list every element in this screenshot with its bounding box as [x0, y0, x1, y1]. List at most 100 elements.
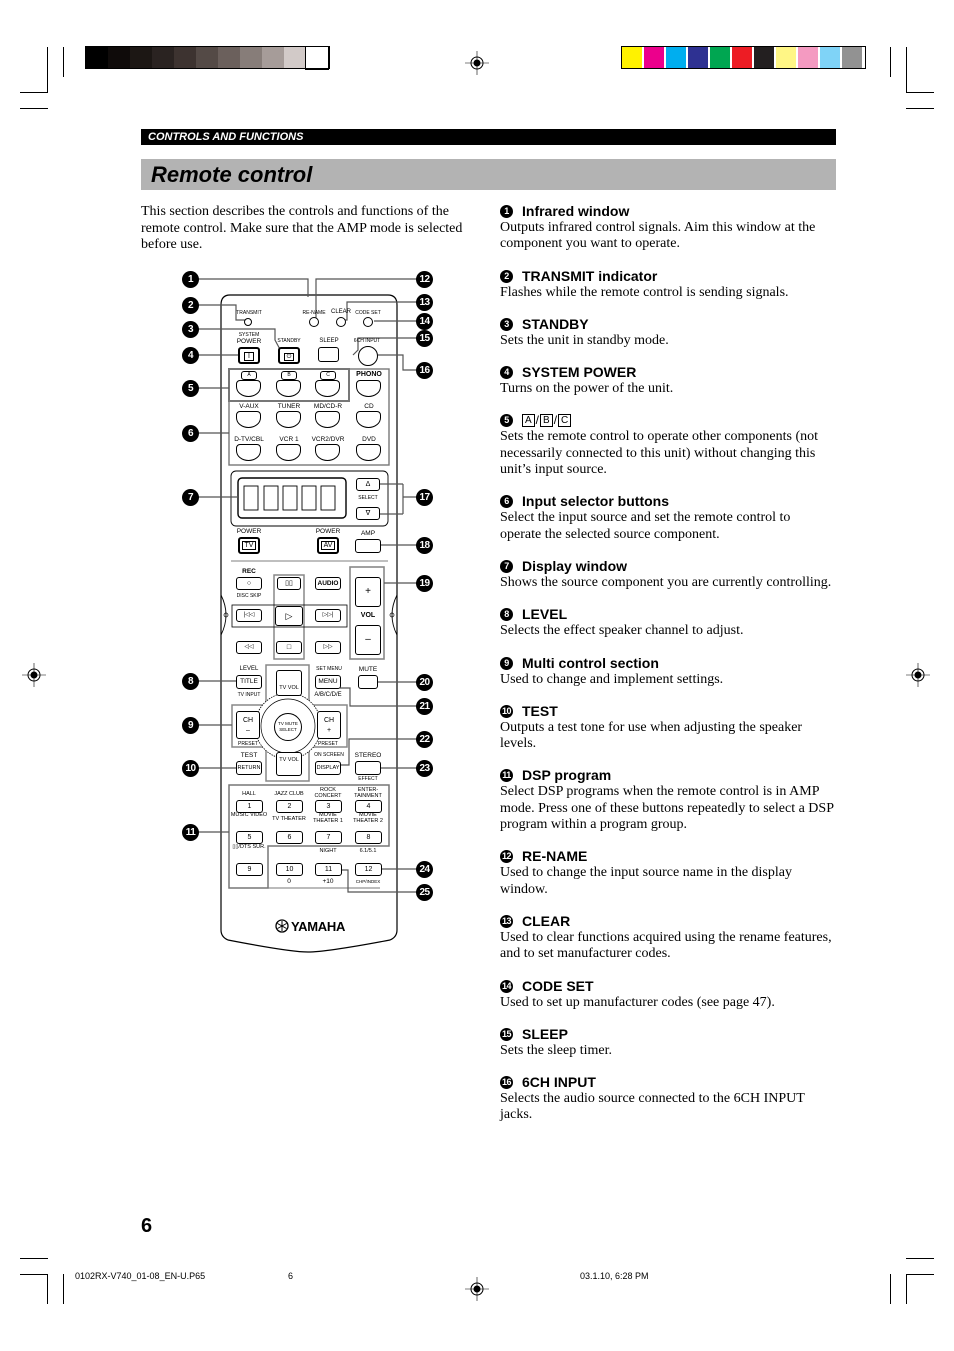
function-item-title: 8 LEVEL: [500, 606, 835, 623]
item-title: 6CH INPUT: [522, 1074, 596, 1091]
function-item-title: 13 CLEAR: [500, 913, 835, 930]
function-item: 3 STANDBY Sets the unit in standby mode.: [500, 316, 835, 349]
rec-button[interactable]: ○: [236, 577, 262, 590]
select-up-button[interactable]: Δ: [356, 478, 380, 491]
function-item: 14 CODE SET Used to set up manufacturer co…: [500, 978, 835, 1011]
6ch-input-button[interactable]: [358, 346, 378, 366]
callout-21: 21: [416, 698, 433, 715]
dsp-button-11[interactable]: 11: [315, 863, 342, 876]
dsp-label: MOVIE THEATER 2: [353, 812, 383, 824]
power-tv-label: POWER: [236, 528, 262, 535]
effect-label: EFFECT: [358, 776, 378, 782]
dsp-button-7[interactable]: 7: [315, 831, 342, 844]
callout-16: 16: [416, 362, 433, 379]
item-description: Used to clear functions acquired using t…: [500, 929, 832, 962]
ch-plus-button[interactable]: CH +: [317, 711, 341, 739]
vol-down-button[interactable]: –: [355, 625, 381, 655]
a-label: A: [241, 371, 257, 380]
audio-button[interactable]: AUDIO: [315, 577, 341, 590]
sleep-label: SLEEP: [319, 338, 339, 344]
callout-24: 24: [416, 861, 433, 878]
abcde-label: A/B/C/D/E: [314, 692, 342, 698]
callout-17: 17: [416, 489, 433, 506]
tv-vol-up-button[interactable]: TV VOL: [276, 670, 302, 696]
function-item: 6 Input selector buttons Select the input …: [500, 493, 835, 543]
boxed-letter: C: [558, 414, 572, 428]
plus-icon: +: [326, 727, 332, 734]
registration-mark-icon: [465, 1277, 489, 1301]
function-item: 5 A / B / C Sets the remote control to operate…: [500, 412, 835, 478]
crop-mark: [20, 1258, 48, 1259]
item-description: Select the input source and set the remo…: [500, 510, 791, 542]
select-label: SELECT: [358, 495, 378, 501]
system-power-button[interactable]: I: [238, 347, 260, 364]
stop-button[interactable]: □: [276, 641, 302, 654]
dsp-button-12[interactable]: 12: [355, 863, 382, 876]
pause-button[interactable]: ▯▯: [277, 577, 301, 590]
tv-vol-down-button[interactable]: TV VOL: [276, 752, 302, 776]
preset-label-left: PRESET: [237, 741, 258, 747]
vol-up-button[interactable]: +: [355, 577, 381, 607]
function-item: 4 SYSTEM POWER Turns on the power of the u…: [500, 364, 835, 397]
mute-button[interactable]: [358, 675, 378, 689]
power-av-label: POWER: [315, 528, 341, 535]
callout-9: 9: [182, 717, 199, 734]
clear-button[interactable]: [336, 317, 346, 327]
standby-icon: ⏻: [283, 353, 295, 361]
function-item-title: 1 Infrared window: [500, 203, 835, 220]
sleep-button[interactable]: [318, 347, 339, 362]
dsp-label: NIGHT: [319, 848, 337, 854]
function-item: 10 TEST Outputs a test tone for use when a…: [500, 703, 835, 753]
tv-mute-select-button[interactable]: TV MUTE SELECT: [274, 713, 302, 741]
power-tv-button[interactable]: TV: [238, 537, 260, 554]
skip-forward-button[interactable]: ▷▷|: [315, 609, 341, 622]
item-description: Flashes while the remote control is send…: [500, 284, 789, 300]
transmit-label: TRANSMIT: [236, 310, 262, 316]
select-down-button[interactable]: ∇: [356, 507, 380, 520]
rewind-button[interactable]: ◁◁: [236, 641, 262, 654]
stereo-button[interactable]: [355, 761, 381, 775]
function-item: 2 TRANSMIT indicator Flashes while the rem…: [500, 268, 835, 301]
code-set-button[interactable]: [363, 317, 373, 327]
dsp-button-8[interactable]: 8: [355, 831, 382, 844]
return-button[interactable]: RETURN: [236, 761, 262, 775]
item-description: Turns on the power of the unit.: [500, 381, 674, 397]
page-number: 6: [141, 1215, 153, 1237]
crop-mark: [906, 92, 934, 93]
rename-button[interactable]: [309, 317, 319, 327]
title-button[interactable]: TITLE: [236, 675, 262, 689]
item-description: Used to set up manufacturer codes (see p…: [500, 994, 775, 1010]
amp-button[interactable]: [355, 539, 381, 553]
tv-mute-label: TV MUTE: [278, 721, 298, 726]
crop-mark: [20, 1274, 48, 1275]
display-button[interactable]: DISPLAY: [315, 761, 341, 775]
dsp-button-2[interactable]: 2: [276, 800, 303, 813]
dvd-label: DVD: [362, 436, 376, 443]
standby-button[interactable]: ⏻: [278, 347, 300, 364]
item-number-badge: 8: [500, 608, 513, 622]
select-label-2: SELECT: [279, 727, 297, 732]
crop-mark: [890, 47, 891, 77]
item-number-badge: 10: [500, 704, 513, 718]
callout-13: 13: [416, 294, 433, 311]
dsp-button-6[interactable]: 6: [276, 831, 303, 844]
fast-forward-button[interactable]: ▷▷: [315, 641, 341, 654]
function-item-title: 12 RE-NAME: [500, 848, 835, 865]
swatch-frame: [85, 46, 330, 69]
item-description: Outputs infrared control signals. Aim th…: [500, 220, 816, 252]
skip-back-button[interactable]: |◁◁: [236, 609, 262, 622]
preset-label-right: PRESET: [317, 741, 338, 747]
callout-8: 8: [182, 673, 199, 690]
function-item-title: 16 6CH INPUT: [500, 1074, 835, 1091]
play-button[interactable]: ▷: [275, 606, 303, 626]
menu-button[interactable]: MENU: [315, 675, 341, 689]
dsp-button-9[interactable]: 9: [236, 863, 263, 876]
dsp-button-10[interactable]: 10: [276, 863, 303, 876]
ch-minus-button[interactable]: CH –: [236, 711, 260, 739]
dsp-button-5[interactable]: 5: [236, 831, 263, 844]
crop-mark: [20, 92, 48, 93]
power-av-button[interactable]: AV: [317, 537, 339, 554]
mute-label: MUTE: [358, 666, 378, 673]
tv-label: TV: [241, 541, 257, 550]
item-title: RE-NAME: [522, 848, 588, 865]
